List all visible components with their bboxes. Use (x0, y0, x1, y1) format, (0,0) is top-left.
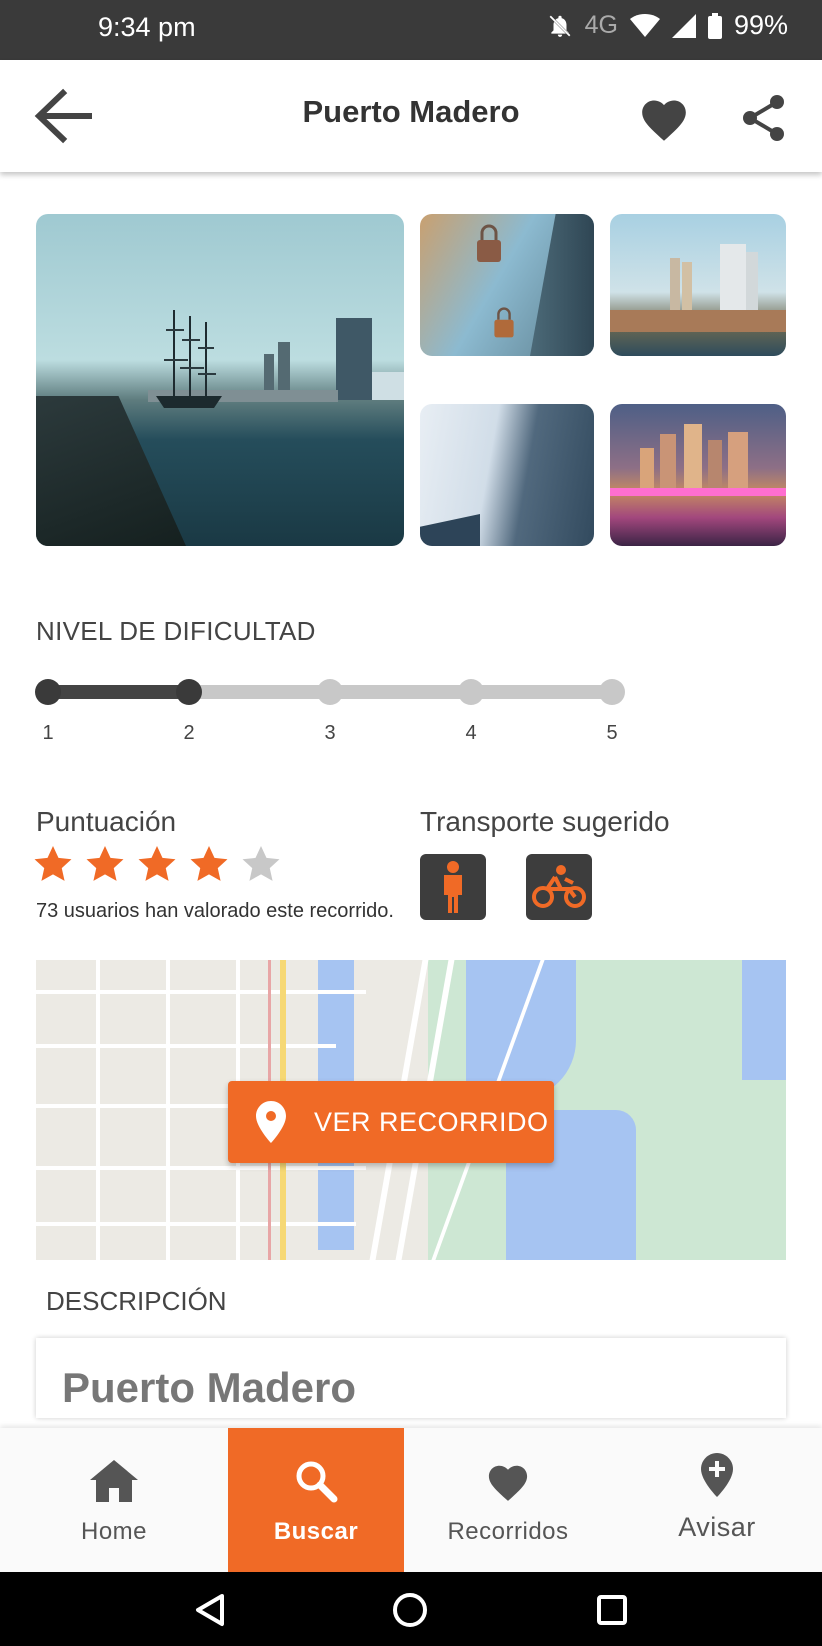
difficulty-level-3-dot[interactable] (317, 679, 343, 705)
nav-item-recorridos[interactable]: Recorridos (404, 1428, 612, 1572)
square-recents-icon (597, 1595, 627, 1625)
star-filled-icon (34, 846, 72, 881)
triangle-back-icon (196, 1594, 224, 1626)
view-route-button[interactable]: VER RECORRIDO (228, 1081, 554, 1163)
nav-label-recorridos: Recorridos (447, 1518, 569, 1545)
status-time: 9:34 pm (98, 12, 196, 42)
transport-title: Transporte sugerido (420, 806, 670, 837)
status-icons: 4G 99% (547, 10, 788, 41)
battery-level: 99% (733, 10, 788, 40)
description-title: DESCRIPCIÓN (46, 1286, 227, 1316)
rating-title: Puntuación (36, 806, 177, 837)
heart-icon (488, 1465, 528, 1501)
difficulty-level-5-dot[interactable] (599, 679, 625, 705)
difficulty-level-2-dot[interactable] (176, 679, 202, 705)
home-icon (90, 1460, 138, 1502)
back-button[interactable] (28, 84, 98, 148)
padlock-icon (494, 307, 514, 338)
nav-label-home: Home (80, 1518, 148, 1545)
description-card-title: Puerto Madero (62, 1364, 357, 1411)
star-empty-icon (242, 846, 280, 881)
arrow-back-icon (34, 88, 92, 144)
difficulty-level-label: 2 (183, 722, 195, 744)
system-home-button[interactable] (390, 1590, 430, 1630)
signal-icon (671, 13, 696, 38)
wifi-icon (629, 13, 660, 38)
location-add-icon (701, 1453, 733, 1497)
gallery-photo-skyline[interactable] (610, 214, 786, 356)
bottom-navigation: Home Buscar Recorridos Avisar (0, 1428, 822, 1572)
difficulty-title: NIVEL DE DIFICULTAD (36, 616, 316, 646)
nav-item-buscar[interactable]: Buscar (228, 1428, 404, 1572)
difficulty-level-label: 1 (42, 722, 54, 744)
favorite-button[interactable] (632, 88, 696, 148)
nav-item-home[interactable]: Home (0, 1428, 228, 1572)
difficulty-level-label: 4 (465, 722, 477, 744)
difficulty-level-label: 3 (324, 722, 336, 744)
heart-icon (642, 100, 686, 141)
transport-motorcycle-button[interactable] (526, 854, 592, 920)
rating-stars (34, 846, 280, 882)
description-card: Puerto Madero (36, 1338, 786, 1418)
nav-label-buscar: Buscar (273, 1518, 359, 1545)
ship-icon (156, 310, 222, 408)
padlock-icon (477, 224, 501, 262)
difficulty-level-4-dot[interactable] (458, 679, 484, 705)
system-recents-button[interactable] (592, 1590, 632, 1630)
walking-icon (444, 861, 462, 913)
system-navigation-bar (0, 1572, 822, 1646)
star-filled-icon (86, 846, 124, 881)
gallery-photo-tower[interactable] (420, 404, 594, 546)
difficulty-track-fill (48, 685, 189, 699)
transport-walking-button[interactable] (420, 854, 486, 920)
status-bar: 9:34 pm 4G 99% (0, 0, 822, 60)
battery-icon (707, 12, 722, 39)
notifications-off-icon (547, 13, 573, 39)
system-back-button[interactable] (190, 1590, 230, 1630)
nav-item-avisar[interactable]: Avisar (612, 1428, 822, 1572)
star-filled-icon (138, 846, 176, 881)
gallery-photo-night-skyline[interactable] (610, 404, 786, 546)
page-title: Puerto Madero (302, 94, 520, 129)
difficulty-level-label: 5 (606, 722, 618, 744)
search-icon (296, 1461, 338, 1503)
view-route-label: VER RECORRIDO (314, 1106, 549, 1137)
star-filled-icon (190, 846, 228, 881)
network-type: 4G (584, 11, 618, 39)
gallery-photo-love-locks[interactable] (420, 214, 594, 356)
app-bar: Puerto Madero (0, 60, 822, 172)
gallery-main-photo[interactable] (36, 214, 404, 546)
circle-home-icon (393, 1593, 427, 1627)
rating-count: 73 usuarios han valorado este recorrido. (36, 900, 394, 922)
nav-label-avisar: Avisar (678, 1512, 756, 1542)
motorcycle-icon (532, 865, 586, 908)
location-pin-icon (256, 1101, 286, 1143)
share-button[interactable] (736, 88, 792, 148)
share-icon (743, 95, 784, 141)
difficulty-level-1-dot[interactable] (35, 679, 61, 705)
